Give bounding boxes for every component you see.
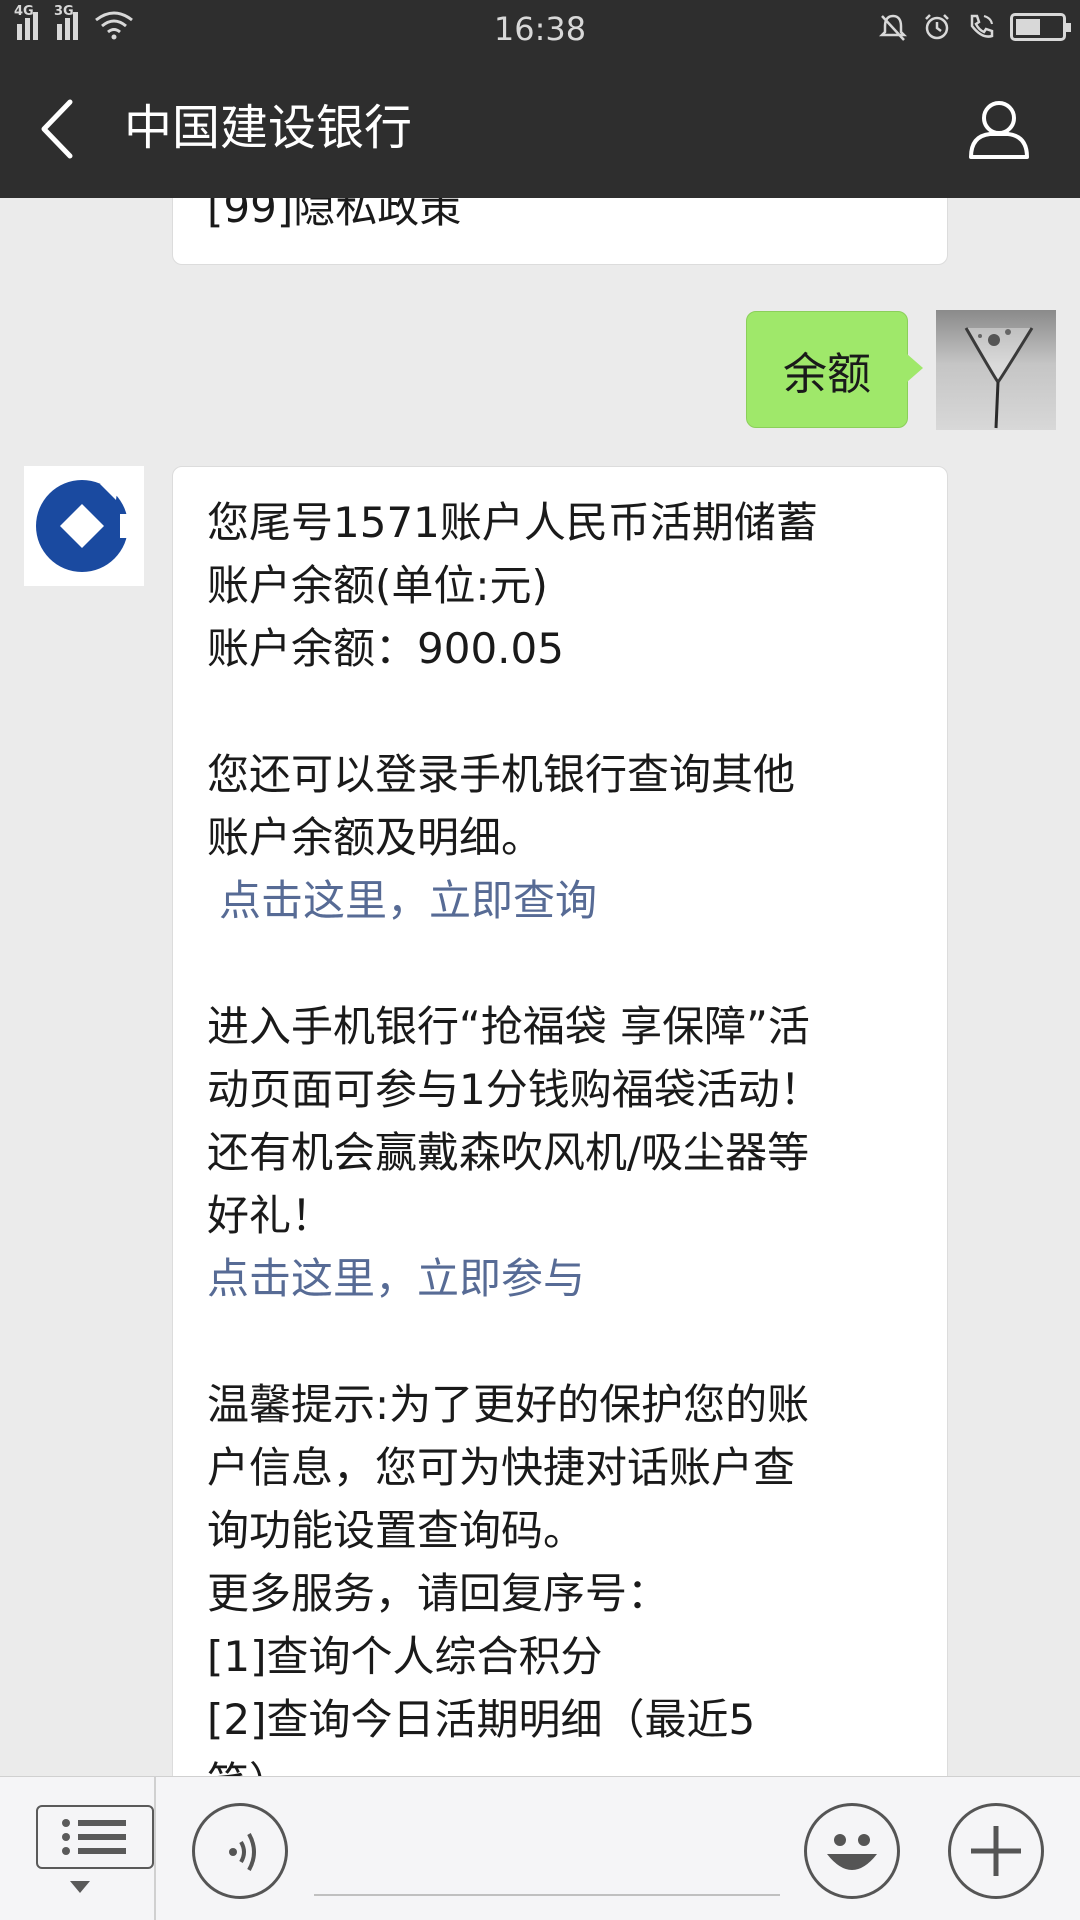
reply-line: 账户余额：900.05 bbox=[207, 624, 564, 673]
chat-area[interactable]: [99]隐私政策 余额 您尾号1571账户人民币活期储蓄 账户余额(单位:元) 账户… bbox=[0, 198, 1080, 1776]
bottom-input-bar bbox=[0, 1776, 1080, 1920]
person-icon[interactable] bbox=[968, 98, 1030, 160]
bank-avatar[interactable] bbox=[24, 466, 144, 586]
menu-toggle-button[interactable] bbox=[36, 1805, 154, 1869]
caret-down-icon bbox=[70, 1881, 90, 1893]
nav-bar: 中国建设银行 bbox=[0, 60, 1080, 198]
query-now-link[interactable]: 点击这里，立即查询 bbox=[207, 869, 917, 932]
reply-line: 账户余额及明细。 bbox=[207, 813, 544, 862]
battery-icon bbox=[1010, 13, 1071, 41]
battery-fill bbox=[1016, 19, 1040, 35]
smiley-icon bbox=[827, 1834, 877, 1870]
reply-line: 账户余额(单位:元) bbox=[207, 561, 548, 610]
bank-reply-bubble: 您尾号1571账户人民币活期储蓄 账户余额(单位:元) 账户余额：900.05 您还可… bbox=[172, 466, 948, 1776]
plus-button[interactable] bbox=[948, 1803, 1044, 1899]
reply-line: 询功能设置查询码。 bbox=[207, 1506, 586, 1555]
alarm-icon bbox=[925, 14, 949, 40]
reply-line: 户信息，您可为快捷对话账户查 bbox=[207, 1443, 796, 1492]
previous-message-bubble: [99]隐私政策 bbox=[172, 198, 948, 265]
reply-line: [2]查询今日活期明细（最近5 bbox=[207, 1695, 756, 1744]
reply-line: 笔） bbox=[207, 1751, 917, 1776]
sent-message-text: 余额 bbox=[783, 348, 871, 400]
join-now-link[interactable]: 点击这里，立即参与 bbox=[207, 1247, 917, 1310]
previous-message-text: [99]隐私政策 bbox=[207, 198, 462, 232]
reply-line: 您还可以登录手机银行查询其他 bbox=[207, 750, 796, 799]
my-avatar[interactable] bbox=[936, 310, 1056, 430]
voice-icon bbox=[229, 1833, 256, 1871]
plus-icon bbox=[971, 1826, 1021, 1876]
voice-button[interactable] bbox=[192, 1803, 288, 1899]
divider bbox=[154, 1777, 156, 1920]
page-title: 中国建设银行 bbox=[124, 100, 413, 156]
sent-message-bubble[interactable]: 余额 bbox=[746, 311, 923, 428]
back-chevron-icon[interactable] bbox=[34, 96, 80, 162]
list-menu-icon bbox=[62, 1819, 126, 1855]
reply-line: 您尾号1571账户人民币活期储蓄 bbox=[207, 498, 818, 547]
reply-line: 进入手机银行“抢福袋 享保障”活 bbox=[207, 1002, 810, 1051]
status-right bbox=[878, 12, 1071, 42]
reply-line: 还有机会赢戴森吹风机/吸尘器等 bbox=[207, 1128, 810, 1177]
cocktail-glass-image bbox=[964, 327, 1034, 429]
phone-icon bbox=[970, 14, 994, 38]
reply-line: [1]查询个人综合积分 bbox=[207, 1632, 603, 1681]
reply-line: 动页面可参与1分钱购福袋活动！ bbox=[207, 1065, 822, 1114]
status-bar: 4G 3G 16:38 bbox=[0, 0, 1080, 60]
reply-line: 温馨提示:为了更好的保护您的账 bbox=[207, 1380, 810, 1429]
emoji-button[interactable] bbox=[804, 1803, 900, 1899]
ccb-logo-icon bbox=[36, 480, 134, 572]
bell-muted-icon bbox=[878, 14, 908, 41]
message-input[interactable] bbox=[314, 1894, 780, 1896]
reply-line: 更多服务，请回复序号： bbox=[207, 1569, 670, 1618]
reply-line: 好礼！ bbox=[207, 1191, 334, 1240]
